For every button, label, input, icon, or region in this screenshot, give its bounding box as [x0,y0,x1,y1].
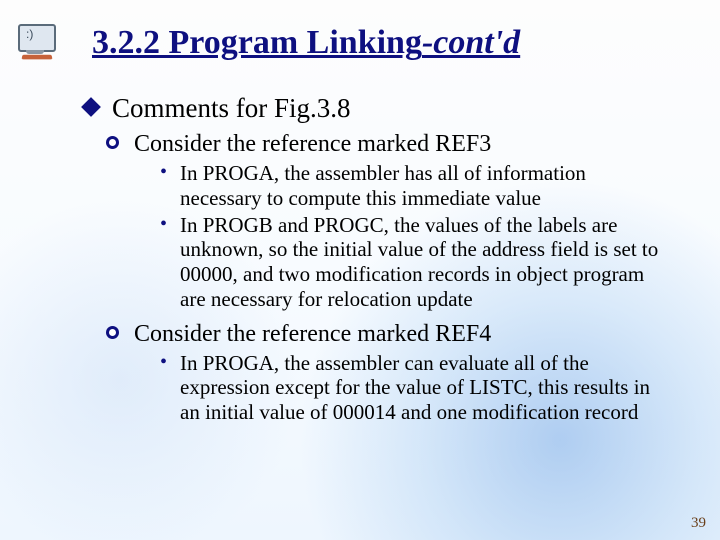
level3-item: In PROGA, the assembler can evaluate all… [176,351,670,425]
level3-list: In PROGA, the assembler has all of infor… [156,161,680,312]
slide-body: Comments for Fig.3.8 Consider the refere… [84,92,680,433]
computer-icon [18,18,64,56]
level3-list: In PROGA, the assembler can evaluate all… [156,351,680,425]
level2-item: Consider the reference marked REF4 [106,320,680,349]
title-main: 3.2.2 Program Linking [92,24,422,61]
circle-bullet-icon [106,326,119,339]
slide: 3.2.2 Program Linking-cont'd Comments fo… [0,0,720,540]
level2-item: Consider the reference marked REF3 [106,130,680,159]
level2-text: Consider the reference marked REF4 [134,321,491,347]
circle-bullet-icon [106,136,119,149]
level3-item: In PROGB and PROGC, the values of the la… [176,213,670,312]
title-suffix: -cont'd [422,24,520,61]
level3-item: In PROGA, the assembler has all of infor… [176,161,670,211]
level1-text: Comments for Fig.3.8 [112,93,351,123]
slide-title: 3.2.2 Program Linking-cont'd [92,24,520,62]
page-number: 39 [691,515,706,532]
diamond-bullet-icon [81,97,101,117]
level2-text: Consider the reference marked REF3 [134,131,491,157]
level1-item: Comments for Fig.3.8 [84,92,680,124]
